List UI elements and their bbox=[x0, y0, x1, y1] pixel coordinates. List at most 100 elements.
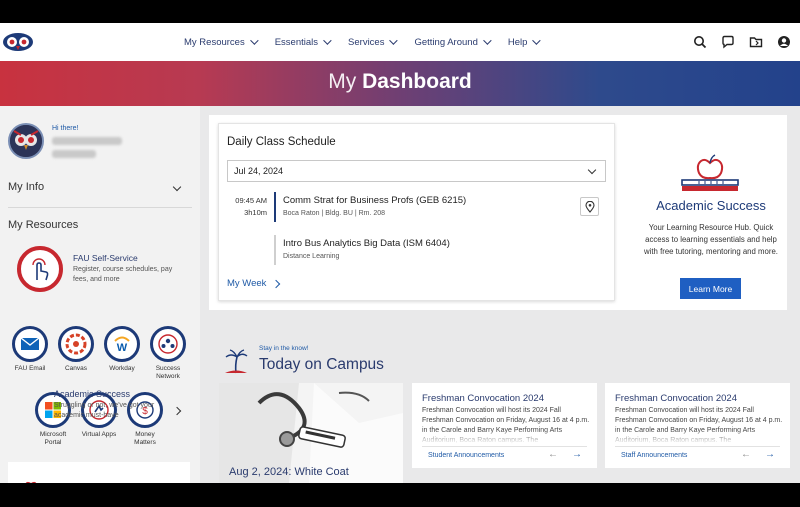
news-body: Freshman Convocation will host its 2024 … bbox=[422, 407, 590, 444]
svg-text:W: W bbox=[117, 342, 128, 354]
today-on-campus-heading: Today on Campus bbox=[259, 356, 384, 373]
title-light: My bbox=[328, 70, 363, 93]
my-resources-heading: My Resources bbox=[8, 219, 79, 231]
campus-kicker: Stay in the know! bbox=[259, 345, 309, 352]
app-label: FAU Email bbox=[14, 365, 46, 372]
app-workday[interactable]: W Workday bbox=[101, 326, 143, 373]
main-menu: My Resources Essentials Services Getting… bbox=[184, 23, 557, 61]
owl-avatar-icon bbox=[10, 125, 42, 157]
news-body: Freshman Convocation will host its 2024 … bbox=[615, 407, 783, 444]
user-icon[interactable] bbox=[777, 35, 791, 49]
class-indicator-bar bbox=[274, 192, 276, 222]
top-navigation: My Resources Essentials Services Getting… bbox=[0, 23, 800, 61]
chevron-down-icon bbox=[389, 36, 399, 45]
folder-icon[interactable] bbox=[749, 35, 763, 49]
self-service-title[interactable]: FAU Self-Service bbox=[73, 253, 138, 263]
nav-my-resources[interactable]: My Resources bbox=[184, 36, 259, 48]
apple-books-icon bbox=[681, 154, 739, 191]
nav-label: Services bbox=[348, 36, 385, 48]
app-fau-email[interactable]: FAU Email bbox=[9, 326, 51, 373]
app-label: Canvas bbox=[64, 365, 88, 372]
divider bbox=[422, 446, 587, 447]
arrow-left-icon[interactable]: ← bbox=[741, 449, 751, 460]
class-name[interactable]: Intro Bus Analytics Big Data (ISM 6404) bbox=[283, 238, 450, 249]
class-location: Distance Learning bbox=[283, 253, 340, 260]
apple-books-icon bbox=[25, 481, 37, 483]
fau-owl-logo-icon[interactable] bbox=[2, 31, 34, 53]
sidebar-academic-title[interactable]: Academic Success bbox=[54, 389, 130, 399]
nav-getting-around[interactable]: Getting Around bbox=[414, 36, 492, 48]
news-card[interactable]: Freshman Convocation 2024 Freshman Convo… bbox=[605, 383, 790, 468]
news-title[interactable]: Freshman Convocation 2024 bbox=[422, 393, 544, 404]
greeting-text: Hi there! bbox=[52, 125, 79, 132]
news-card[interactable]: Freshman Convocation 2024 Freshman Convo… bbox=[412, 383, 597, 468]
app-label: Success Network bbox=[155, 365, 181, 380]
workday-icon: W bbox=[104, 326, 140, 362]
nav-label: Getting Around bbox=[414, 36, 478, 48]
academic-success-description: Your Learning Resource Hub. Quick access… bbox=[644, 223, 778, 256]
divider bbox=[8, 207, 192, 208]
self-service-tile[interactable] bbox=[17, 246, 63, 292]
hand-touch-icon bbox=[32, 258, 49, 281]
class-start-time: 09:45 AM bbox=[235, 196, 267, 205]
redacted-id bbox=[52, 150, 96, 158]
news-category-link[interactable]: Staff Announcements bbox=[621, 452, 687, 459]
mail-icon bbox=[12, 326, 48, 362]
chevron-right-icon[interactable] bbox=[271, 279, 281, 289]
arrow-right-icon[interactable]: → bbox=[572, 449, 582, 460]
app-label: Workday bbox=[109, 365, 135, 372]
class-location: Boca Raton | Bldg. BU | Rm. 208 bbox=[283, 210, 386, 217]
nav-label: Help bbox=[507, 36, 528, 48]
avatar[interactable] bbox=[8, 123, 44, 159]
academic-success-title: Academic Success bbox=[656, 198, 766, 213]
news-category-link[interactable]: Student Announcements bbox=[428, 452, 504, 459]
self-service-description: Register, course schedules, pay fees, an… bbox=[73, 266, 173, 283]
chevron-down-icon bbox=[323, 36, 332, 45]
app-label: Money Matters bbox=[134, 431, 156, 446]
app-canvas[interactable]: Canvas bbox=[55, 326, 97, 373]
palm-tree-icon bbox=[225, 349, 248, 374]
chevron-down-icon bbox=[249, 36, 259, 45]
date-select[interactable]: Jul 24, 2024 bbox=[227, 160, 606, 182]
class-indicator-bar bbox=[274, 235, 276, 265]
daily-class-schedule-card: Daily Class Schedule Jul 24, 2024 09:45 … bbox=[218, 123, 615, 301]
nav-label: Essentials bbox=[274, 36, 319, 48]
arrow-right-icon[interactable]: → bbox=[765, 449, 775, 460]
sidebar: Hi there! My Info My Resources FAU Self-… bbox=[0, 106, 200, 483]
browser-viewport: My Resources Essentials Services Getting… bbox=[0, 23, 800, 483]
my-info-toggle[interactable]: My Info bbox=[8, 181, 188, 193]
sidebar-academic-description: Struggling or not, we've got your academ… bbox=[54, 402, 155, 419]
sidebar-academic-success[interactable] bbox=[8, 462, 190, 483]
network-icon bbox=[150, 326, 186, 362]
featured-news-caption[interactable]: Aug 2, 2024: White Coat bbox=[229, 466, 349, 478]
class-name[interactable]: Comm Strat for Business Profs (GEB 6215) bbox=[283, 195, 466, 206]
nav-label: My Resources bbox=[184, 36, 245, 48]
redacted-name bbox=[52, 137, 122, 145]
chevron-down-icon bbox=[483, 36, 492, 45]
app-success-network[interactable]: Success Network bbox=[147, 326, 189, 381]
nav-help[interactable]: Help bbox=[507, 36, 542, 48]
my-info-label: My Info bbox=[8, 181, 45, 193]
canvas-icon bbox=[58, 326, 94, 362]
divider bbox=[615, 446, 780, 447]
chat-icon[interactable] bbox=[721, 35, 735, 49]
search-icon[interactable] bbox=[693, 35, 707, 49]
app-label: Virtual Apps bbox=[81, 431, 117, 438]
schedule-title: Daily Class Schedule bbox=[227, 136, 336, 148]
learn-more-button[interactable]: Learn More bbox=[680, 278, 741, 299]
chevron-down-icon bbox=[532, 36, 542, 45]
nav-services[interactable]: Services bbox=[348, 36, 399, 48]
selected-date: Jul 24, 2024 bbox=[234, 166, 284, 176]
my-week-link[interactable]: My Week bbox=[227, 278, 266, 289]
dashboard-banner: My Dashboard bbox=[0, 61, 800, 106]
page-title: My Dashboard bbox=[0, 70, 800, 94]
app-label: Microsoft Portal bbox=[39, 431, 67, 446]
nav-essentials[interactable]: Essentials bbox=[274, 36, 332, 48]
news-title[interactable]: Freshman Convocation 2024 bbox=[615, 393, 737, 404]
arrow-left-icon[interactable]: ← bbox=[548, 449, 558, 460]
class-duration: 3h10m bbox=[244, 208, 267, 217]
chevron-down-icon bbox=[587, 165, 597, 175]
map-location-button[interactable] bbox=[580, 197, 599, 216]
map-pin-icon bbox=[584, 200, 595, 213]
title-bold: Dashboard bbox=[362, 70, 472, 93]
